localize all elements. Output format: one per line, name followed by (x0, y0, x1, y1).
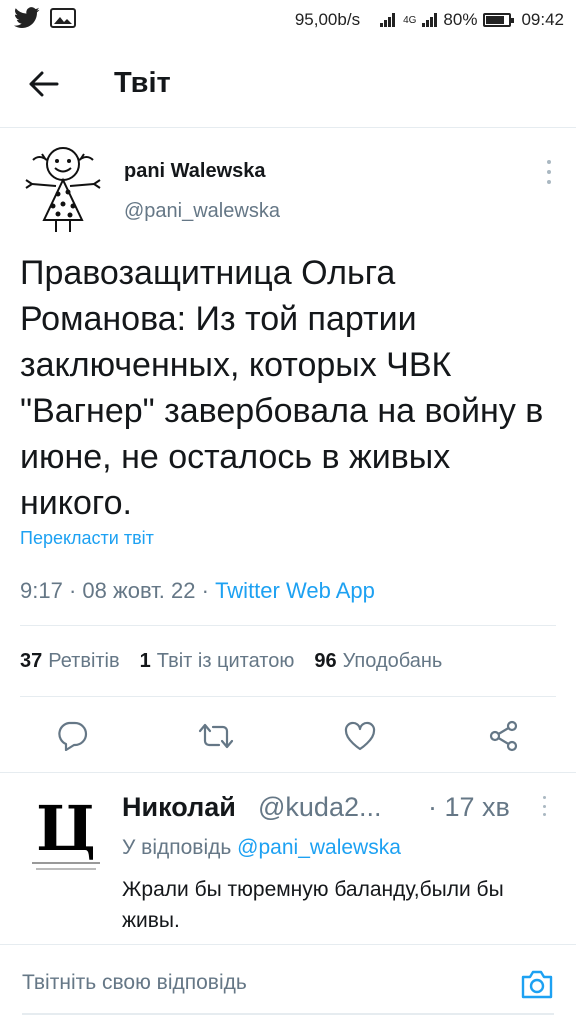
reply-author-handle[interactable]: @kuda2... (258, 792, 381, 823)
avatar[interactable] (20, 142, 106, 236)
tweet-stats: 37 Ретвітів 1 Твіт із цитатою 96 Уподобань (20, 650, 442, 673)
author-name[interactable]: pani Walewska (124, 160, 266, 183)
retweets-stat[interactable]: 37 Ретвітів (20, 650, 120, 673)
more-options-icon[interactable] (542, 160, 556, 184)
reply-text: Жрали бы тюремную баланду,были бы живы. (122, 878, 504, 932)
reply-avatar[interactable]: Ц (26, 792, 106, 882)
battery-percent: 80% (443, 10, 478, 29)
reply-input[interactable]: Твітніть свою відповідь (22, 971, 247, 995)
reply-context: У відповідь @pani_walewska (122, 836, 401, 859)
share-icon (489, 720, 518, 752)
status-bar-left (14, 6, 76, 34)
divider (20, 696, 556, 697)
camera-icon (521, 970, 553, 999)
battery-icon (483, 13, 515, 27)
reply-button[interactable] (52, 714, 92, 758)
share-button[interactable] (484, 714, 524, 758)
battery-fill (486, 16, 505, 24)
translate-link[interactable]: Перекласти твіт (20, 528, 154, 549)
svg-text:Ц: Ц (36, 792, 96, 865)
image-icon (50, 7, 76, 33)
arrow-left-icon (29, 71, 59, 96)
status-bar: 95,00b/s 4G 80% 09:42 (0, 0, 576, 40)
camera-button[interactable] (518, 967, 556, 1003)
tweet-meta: 9:17 · 08 жовт. 22 · Twitter Web App (20, 578, 375, 603)
divider (20, 625, 556, 626)
reply-more-icon[interactable] (540, 796, 548, 816)
reply-time: · 17 хв (428, 792, 510, 822)
net-speed: 95,00b/s (294, 10, 361, 29)
tweet-author: pani Walewska @pani_walewska (20, 142, 556, 236)
reply-icon (58, 721, 88, 751)
clock: 09:42 (521, 10, 564, 29)
reply-compose-bar: Твітніть свою відповідь (0, 944, 576, 1024)
tweet-date: 08 жовт. 22 (82, 578, 196, 603)
network-type: 4G (403, 14, 417, 26)
divider (0, 772, 576, 773)
tweet-app-link[interactable]: Twitter Web App (215, 578, 375, 603)
likes-stat[interactable]: 96 Уподобань (314, 650, 442, 673)
status-bar-right: 95,00b/s 4G 80% 09:42 (295, 10, 564, 30)
compose-underline (22, 1013, 554, 1015)
signal-icon (380, 13, 396, 27)
back-button[interactable] (18, 58, 70, 110)
like-button[interactable] (340, 714, 380, 758)
reply-tweet[interactable]: Ц Николай @kuda2... · 17 хв У відповідь … (0, 780, 576, 940)
heart-icon (344, 721, 376, 751)
tweet-actions (0, 714, 576, 762)
retweet-icon (198, 723, 234, 749)
retweet-button[interactable] (196, 714, 236, 758)
twitter-bird-icon (14, 6, 40, 34)
app-header: Твіт (0, 40, 576, 128)
tweet-text: Правозащитница Ольга Романова: Из той па… (20, 254, 544, 522)
tweet-time: 9:17 (20, 578, 63, 603)
quotes-stat[interactable]: 1 Твіт із цитатою (140, 650, 295, 673)
author-handle[interactable]: @pani_walewska (124, 200, 280, 223)
reply-author-name[interactable]: Николай (122, 792, 236, 823)
page-title: Твіт (114, 67, 171, 99)
reply-mention-link[interactable]: @pani_walewska (237, 836, 401, 859)
signal-4g-icon (422, 13, 438, 27)
